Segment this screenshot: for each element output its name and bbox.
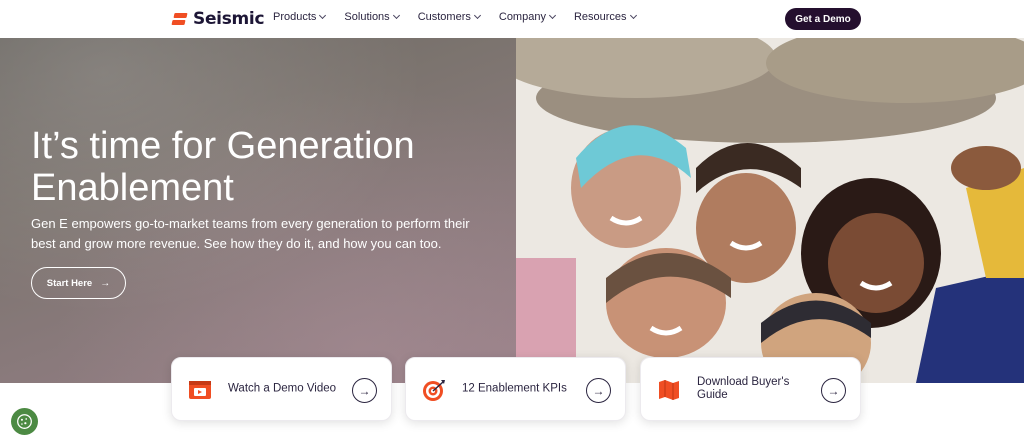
main-menu: Products Solutions Customers Company Res… bbox=[273, 11, 655, 23]
arrow-right-icon[interactable]: → bbox=[352, 378, 377, 403]
target-icon bbox=[423, 380, 445, 401]
start-here-label: Start Here bbox=[46, 277, 93, 289]
map-icon bbox=[659, 380, 679, 400]
menu-item-solutions[interactable]: Solutions bbox=[344, 11, 400, 23]
menu-item-resources[interactable]: Resources bbox=[573, 11, 637, 23]
card-label: Download Buyer's Guide bbox=[697, 376, 790, 401]
menu-item-label: Solutions bbox=[344, 11, 390, 23]
arrow-right-icon: → bbox=[100, 277, 111, 289]
arrow-right-icon[interactable]: → bbox=[586, 378, 611, 403]
menu-item-label: Company bbox=[498, 11, 546, 23]
cookie-settings-button[interactable] bbox=[11, 408, 38, 435]
seismic-logo-icon bbox=[171, 11, 188, 28]
card-label: 12 Enablement KPIs bbox=[462, 382, 567, 395]
enablement-kpis-card[interactable]: 12 Enablement KPIs → bbox=[405, 357, 626, 421]
seismic-logo[interactable]: Seismic bbox=[171, 8, 265, 30]
menu-item-products[interactable]: Products bbox=[273, 11, 327, 23]
hero-background bbox=[0, 38, 516, 383]
get-a-demo-button[interactable]: Get a Demo bbox=[785, 8, 861, 30]
chevron-down-icon bbox=[392, 11, 400, 20]
download-buyers-guide-card[interactable]: Download Buyer's Guide → bbox=[640, 357, 861, 421]
brand-name: Seismic bbox=[193, 9, 265, 29]
hero-photo bbox=[516, 38, 1024, 383]
chevron-down-icon bbox=[629, 11, 637, 20]
hero-subtitle: Gen E empowers go-to-market teams from e… bbox=[31, 216, 470, 251]
chevron-down-icon bbox=[473, 11, 481, 20]
video-player-icon bbox=[189, 381, 211, 399]
watch-demo-video-card[interactable]: Watch a Demo Video → bbox=[171, 357, 392, 421]
card-label: Watch a Demo Video bbox=[228, 382, 337, 395]
menu-item-label: Products bbox=[273, 11, 317, 23]
arrow-right-icon[interactable]: → bbox=[821, 378, 846, 403]
chevron-down-icon bbox=[319, 11, 327, 20]
top-navigation: Seismic Products Solutions Customers Com… bbox=[0, 0, 1024, 38]
menu-item-label: Customers bbox=[417, 11, 471, 23]
cookie-settings-icon bbox=[17, 414, 32, 429]
menu-item-label: Resources bbox=[573, 11, 627, 23]
hero-title: It’s time for Generation Enablement bbox=[31, 125, 415, 209]
menu-item-company[interactable]: Company bbox=[498, 11, 556, 23]
group-huddle-illustration bbox=[516, 38, 1024, 383]
hero-banner: It’s time for Generation Enablement Gen … bbox=[0, 38, 1024, 383]
menu-item-customers[interactable]: Customers bbox=[417, 11, 481, 23]
start-here-button[interactable]: Start Here → bbox=[31, 267, 126, 299]
chevron-down-icon bbox=[548, 11, 556, 20]
